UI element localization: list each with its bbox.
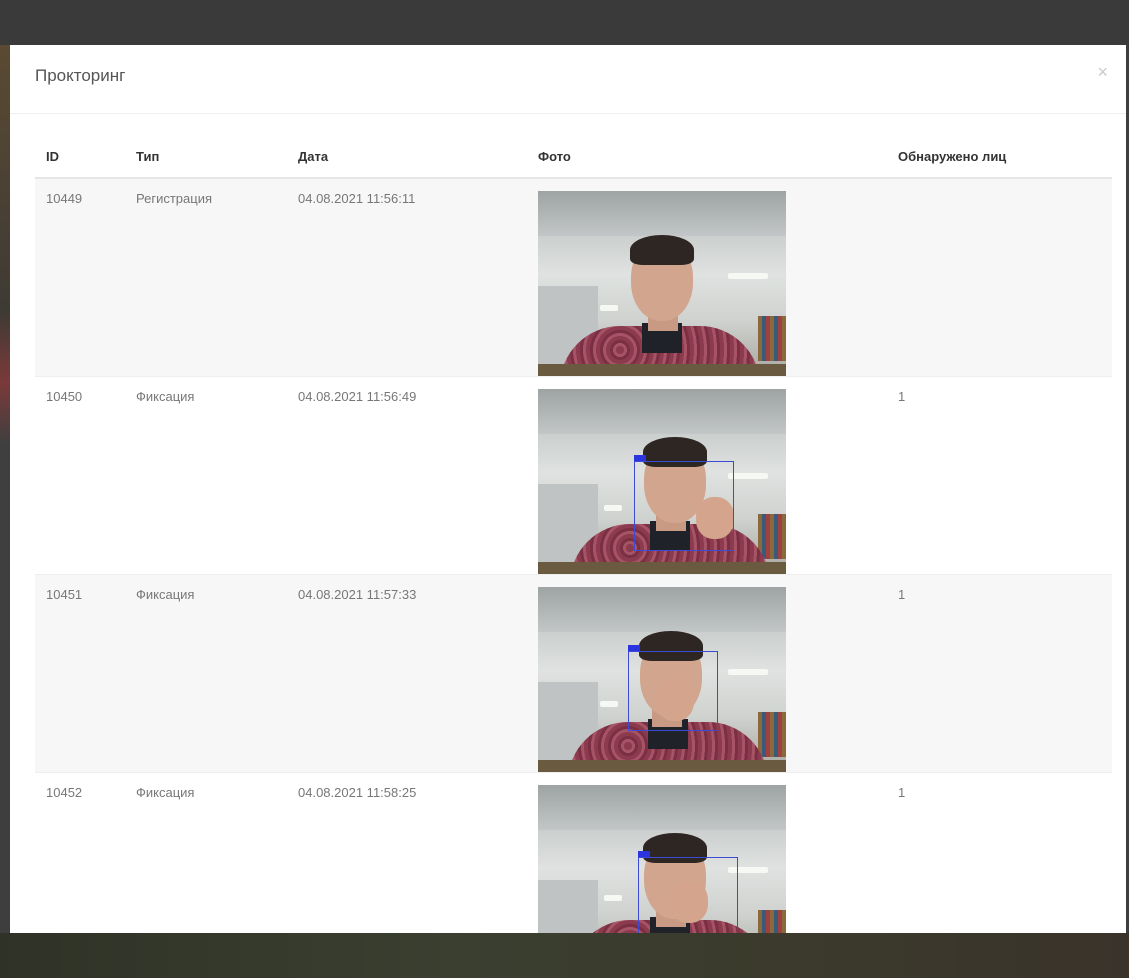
webcam-photo[interactable] [538, 389, 786, 574]
cell-faces: 1 [887, 574, 1112, 773]
cell-date: 04.08.2021 11:57:33 [287, 574, 527, 773]
cell-photo [527, 574, 887, 773]
cell-id: 10452 [35, 772, 125, 933]
proctoring-table: ID Тип Дата Фото Обнаружено лиц 10449 Ре… [35, 135, 1112, 933]
cell-photo [527, 376, 887, 575]
cell-photo [527, 177, 887, 377]
page-backdrop-bottom [0, 933, 1129, 978]
webcam-photo[interactable] [538, 785, 786, 933]
cell-photo [527, 772, 887, 933]
column-header-date[interactable]: Дата [287, 135, 527, 179]
face-detection-label [638, 851, 650, 857]
cell-type: Фиксация [125, 772, 287, 933]
column-header-type[interactable]: Тип [125, 135, 287, 179]
column-header-id[interactable]: ID [35, 135, 125, 179]
modal-header: Прокторинг × [10, 45, 1126, 114]
face-detection-box [634, 461, 734, 551]
cell-date: 04.08.2021 11:58:25 [287, 772, 527, 933]
cell-id: 10450 [35, 376, 125, 575]
webcam-photo[interactable] [538, 587, 786, 772]
cell-date: 04.08.2021 11:56:11 [287, 177, 527, 377]
face-detection-box [638, 857, 738, 933]
table-row: 10449 Регистрация 04.08.2021 11:56:11 [35, 177, 1112, 377]
proctoring-modal: Прокторинг × ID Тип Дата Фото Обнаружено… [10, 45, 1126, 933]
table-row: 10451 Фиксация 04.08.2021 11:57:33 1 [35, 574, 1112, 773]
cell-type: Фиксация [125, 376, 287, 575]
table-row: 10452 Фиксация 04.08.2021 11:58:25 1 [35, 772, 1112, 933]
face-detection-label [628, 645, 640, 651]
cell-faces [887, 177, 1112, 377]
cell-date: 04.08.2021 11:56:49 [287, 376, 527, 575]
page-backdrop-top [0, 0, 1129, 45]
face-detection-box [628, 651, 718, 731]
cell-id: 10449 [35, 177, 125, 377]
cell-type: Фиксация [125, 574, 287, 773]
face-detection-label [634, 455, 646, 461]
webcam-photo[interactable] [538, 191, 786, 376]
cell-type: Регистрация [125, 177, 287, 377]
table-row: 10450 Фиксация 04.08.2021 11:56:49 1 [35, 376, 1112, 575]
modal-title: Прокторинг [35, 66, 126, 85]
cell-faces: 1 [887, 376, 1112, 575]
table-header-row: ID Тип Дата Фото Обнаружено лиц [35, 135, 1112, 179]
cell-id: 10451 [35, 574, 125, 773]
column-header-photo[interactable]: Фото [527, 135, 887, 179]
cell-faces: 1 [887, 772, 1112, 933]
page-backdrop-left [0, 45, 10, 933]
column-header-faces[interactable]: Обнаружено лиц [887, 135, 1112, 179]
close-icon[interactable]: × [1097, 63, 1108, 81]
